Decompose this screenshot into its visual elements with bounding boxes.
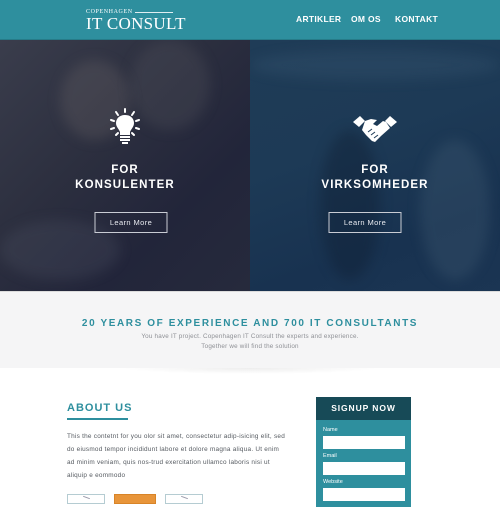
tagline-section: 20 YEARS OF EXPERIENCE AND 700 IT CONSUL… [0,291,500,368]
email-label: Email [323,453,337,459]
logo-mark-icon [181,495,188,500]
tagline-line1: You have IT project. Copenhagen IT Consu… [141,333,359,340]
handshake-icon [353,116,397,149]
website-field[interactable] [323,488,405,501]
partner-logos [67,494,203,504]
panel-title: FOR VIRKSOMHEDER [250,163,500,193]
site-header: COPENHAGEN IT CONSULT ARTIKLER OM OS KON… [0,0,500,40]
panel-content: FOR KONSULENTER Learn More [0,40,250,291]
logo-line [134,11,173,13]
about-section: ABOUT US This the contetnt for you olor … [67,402,287,482]
panel-title-line2: KONSULENTER [75,179,175,191]
tagline-heading: 20 YEARS OF EXPERIENCE AND 700 IT CONSUL… [81,318,419,329]
email-field[interactable] [323,462,405,475]
about-heading: ABOUT US [67,402,133,414]
partner-logo[interactable] [67,494,105,504]
panel-title-line1: FOR [111,164,139,176]
name-field[interactable] [323,436,405,449]
tagline-text: You have IT project. Copenhagen IT Consu… [0,332,500,351]
panel-title-line2: VIRKSOMHEDER [321,179,429,191]
hero-panel-virksomheder: FOR VIRKSOMHEDER Learn More [250,40,500,291]
name-label: Name [323,427,338,433]
website-label: Website [323,479,343,485]
logo-mark-icon [83,495,90,500]
logo[interactable]: COPENHAGEN IT CONSULT [86,9,186,32]
tagline-line2: Together we will find the solution [201,342,299,350]
nav-artikler[interactable]: ARTIKLER [296,14,341,24]
learn-more-virksomheder-button[interactable]: Learn More [328,212,402,233]
section-shadow [120,368,380,374]
hero-panel-konsulenter: FOR KONSULENTER Learn More [0,40,250,291]
panel-content: FOR VIRKSOMHEDER Learn More [250,40,500,291]
signup-form: SIGNUP NOW Name Email Website [316,397,411,507]
partner-logo[interactable] [165,494,203,504]
lightbulb-icon [109,108,141,151]
heading-underline [67,418,128,420]
nav-om-os[interactable]: OM OS [351,14,381,24]
panel-title: FOR KONSULENTER [0,163,250,193]
logo-title: IT CONSULT [86,14,186,33]
nav-kontakt[interactable]: KONTAKT [395,14,438,24]
about-text: This the contetnt for you olor sit amet,… [67,433,286,479]
hero: FOR KONSULENTER Learn More FOR VIRKSOMHE… [0,40,500,291]
signup-heading: SIGNUP NOW [316,397,411,420]
panel-title-line1: FOR [361,164,389,176]
signup-body: Name Email Website [316,420,411,501]
partner-logo[interactable] [114,494,156,504]
learn-more-konsulenter-button[interactable]: Learn More [94,212,168,233]
